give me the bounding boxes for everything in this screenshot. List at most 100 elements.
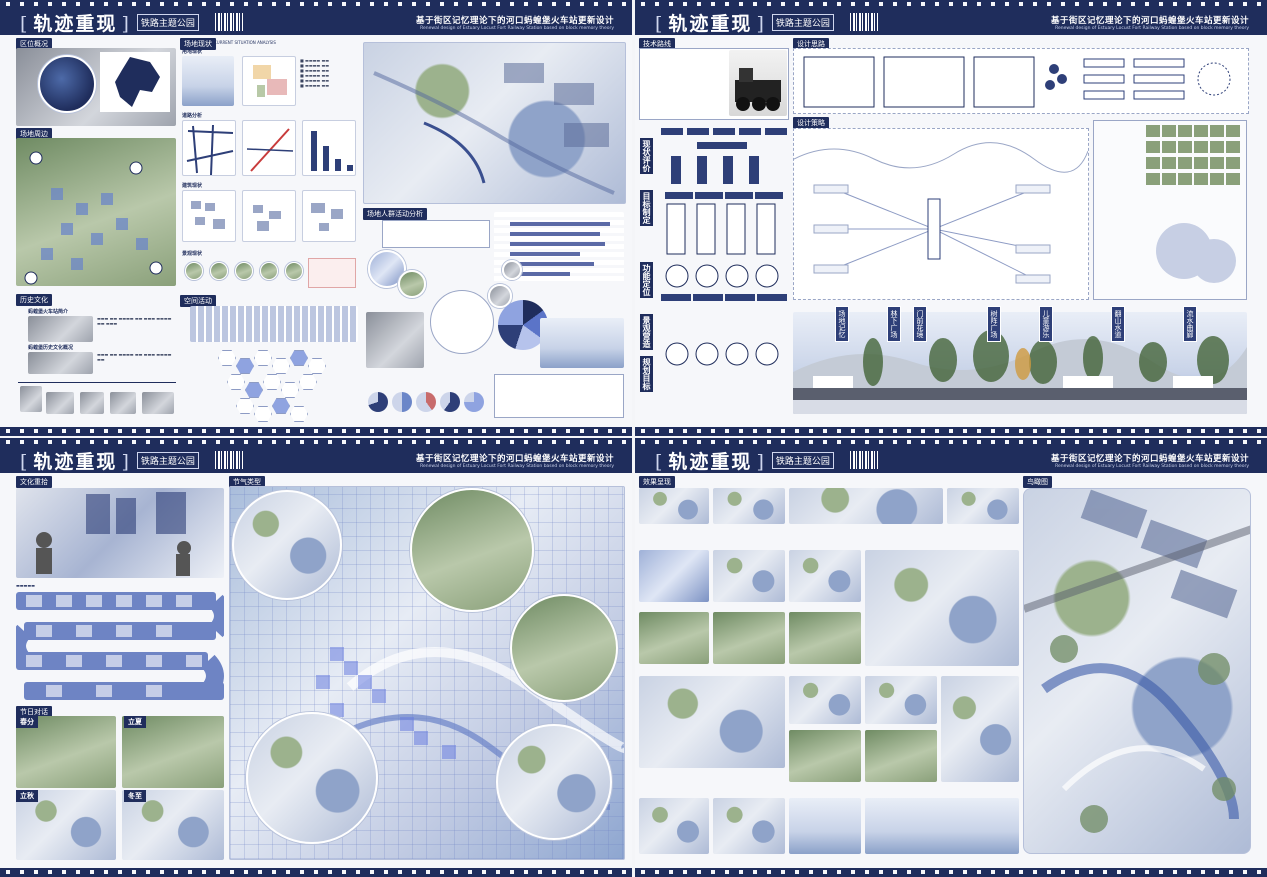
theme-title: 基于街区记忆理论下的河口蚂蝗堡火车站更新设计 [415,15,614,26]
station-sketch [540,318,624,368]
effect-render [639,488,709,524]
festival-scene-circle-2 [410,488,534,612]
history-item-2: 蚂蝗堡历史文化概况 [28,345,74,351]
route-label-1: 现状评价 [640,138,653,174]
effect-render [789,488,943,524]
barcode-graphic [214,451,243,469]
section-history-culture: 历史文化 [16,294,52,306]
theme-block: 基于街区记忆理论下的河口蚂蝗堡火车站更新设计 Renewal design of… [1051,452,1249,469]
landscape-photo-2 [210,262,228,280]
effect-render [789,730,861,782]
history-timeline [18,382,176,383]
street-section-elevation [793,312,1247,414]
festival-scene-circle-5 [496,724,612,840]
film-strip-bottom [635,868,1267,877]
route-label-3: 功能定位 [640,262,653,298]
section-culture-recall: 文化重拾 [16,476,52,488]
timeline-photo-2 [46,392,74,414]
donut-chart-2 [392,392,412,412]
hex-cell [263,374,281,390]
section-tag-3: 门前花境 [913,306,927,342]
road-bar-chart [302,120,356,176]
site-surroundings-aerial [16,138,176,286]
board-subtitle: 铁路主题公园 [771,13,834,31]
street-photo [366,312,424,368]
land-use-map-2 [242,56,296,106]
route-label-5: 规划目标 [640,356,653,392]
activity-ring [430,290,494,354]
theme-block: 基于街区记忆理论下的河口蚂蝗堡火车站更新设计 Renewal design of… [416,452,614,469]
effect-render [713,612,785,664]
effect-render [789,676,861,724]
timeline-photo-3 [80,392,104,414]
festival-scene-circle-1 [232,490,342,600]
effect-render [865,676,937,724]
hex-cell [281,382,299,398]
birdseye-render [1023,488,1251,854]
film-strip-bottom [0,427,632,436]
season-label-winter: 冬至 [124,790,146,802]
board-subtitle: 铁路主题公园 [136,13,199,31]
hex-cell [272,358,290,374]
hex-cell [308,358,326,374]
history-text-1: ▬▬▬ ▬▬ ▬▬▬▬ ▬▬ ▬▬▬ ▬▬▬▬ ▬▬ ▬▬▬ [97,316,172,326]
hex-cell [272,398,290,414]
history-text-2: ▬▬▬ ▬▬ ▬▬▬▬ ▬▬ ▬▬▬ ▬▬▬▬ ▬▬ [97,352,172,362]
timeline-photo-4 [110,392,136,414]
barcode-graphic [214,13,243,31]
theme-title-en: Renewal design of Estuary Locust Fort Ra… [420,25,614,31]
effect-render [713,798,785,854]
donut-chart-3 [416,392,436,412]
strategy-mindmap [793,128,1089,300]
film-strip-bottom [0,868,632,877]
effect-render [865,798,1019,854]
road-analysis-label: 道路分析 [182,113,203,119]
landscape-status-label: 景观现状 [182,251,203,257]
hex-cell [254,406,272,422]
landscape-photo-5 [285,262,303,280]
timeline-photo-5 [142,392,174,414]
activity-grid [190,306,358,342]
road-map-2 [242,120,296,176]
persona-legend [494,374,624,418]
history-photo-1 [28,316,93,342]
section-tag-4: 树阵广场 [987,306,1001,342]
board-subtitle: 铁路主题公园 [136,451,199,469]
locomotive-photo [729,50,787,116]
hex-cell [290,406,308,422]
building-status-label: 建筑现状 [182,183,203,189]
landscape-issue-box [308,258,356,288]
donut-chart-4 [440,392,460,412]
hex-cell [236,358,254,374]
board-title: 轨迹重现 [20,447,131,474]
donut-chart-1 [368,392,388,412]
effect-render [789,798,861,854]
theme-title: 基于街区记忆理论下的河口蚂蝗堡火车站更新设计 [415,453,614,464]
board-header: 轨迹重现 铁路主题公园 基于街区记忆理论下的河口蚂蝗堡火车站更新设计 Renew… [0,447,632,473]
route-label-4: 景观营造 [640,314,653,350]
landscape-photo-3 [235,262,253,280]
hex-cell [245,382,263,398]
theme-block: 基于街区记忆理论下的河口蚂蝗堡火车站更新设计 Renewal design of… [416,14,614,31]
location-circle-map [38,55,96,113]
history-photo-2 [28,352,93,374]
effect-render-tall [941,676,1019,782]
effect-render [639,612,709,664]
hex-cell [290,350,308,366]
theme-block: 基于街区记忆理论下的河口蚂蝗堡火车站更新设计 Renewal design of… [1051,14,1249,31]
theme-title-en: Renewal design of Estuary Locust Fort Ra… [1055,463,1249,469]
section-crowd-analysis: 场地人群活动分析 [363,208,427,220]
film-strip-bottom [635,427,1267,436]
board-effect-display: 轨迹重现 铁路主题公园 基于街区记忆理论下的河口蚂蝗堡火车站更新设计 Renew… [635,438,1267,877]
section-tag-1: 场地记忆 [835,306,849,342]
section-effect-display: 效果呈现 [639,476,675,488]
board-title: 轨迹重现 [655,9,766,36]
effect-render [865,730,937,782]
road-map-1 [182,120,236,176]
building-map-3 [302,190,356,242]
hex-cell [254,350,272,366]
board-title: 轨迹重现 [20,9,131,36]
building-map-2 [242,190,296,242]
hex-cell [218,350,236,366]
board-festival-culture: 轨迹重现 铁路主题公园 基于街区记忆理论下的河口蚂蝗堡火车站更新设计 Renew… [0,438,632,877]
